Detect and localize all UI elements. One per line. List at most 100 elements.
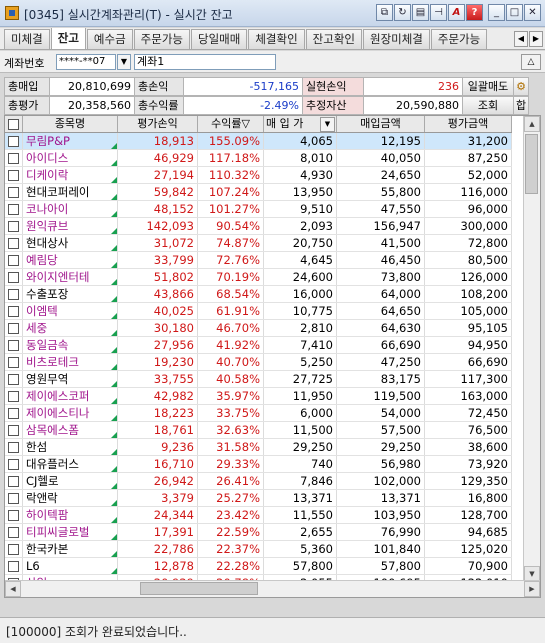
row-checkbox[interactable] bbox=[5, 286, 23, 302]
close-icon[interactable]: ✕ bbox=[524, 4, 541, 21]
row-checkbox[interactable] bbox=[5, 388, 23, 404]
col-buy-amount[interactable]: 매입금액 bbox=[337, 116, 425, 132]
row-checkbox[interactable] bbox=[5, 167, 23, 183]
stock-name[interactable]: 락앤락 bbox=[23, 490, 118, 506]
stock-name[interactable]: 티피씨글로벌 bbox=[23, 524, 118, 540]
stock-name[interactable]: 비츠로테크 bbox=[23, 354, 118, 370]
horizontal-scrollbar[interactable]: ◀ ▶ bbox=[5, 580, 540, 597]
sell-all-button[interactable]: 일괄매도 bbox=[462, 77, 514, 96]
row-checkbox[interactable] bbox=[5, 235, 23, 251]
col-buy-price[interactable]: 매 입 가 ▼ bbox=[264, 116, 337, 132]
row-checkbox[interactable] bbox=[5, 490, 23, 506]
settings-gear-icon[interactable]: ⚙ bbox=[513, 77, 529, 96]
table-row[interactable]: 한국카본 22,786 22.37% 5,360 101,840 125,020 bbox=[5, 541, 512, 558]
stock-name[interactable]: 이엠텍 bbox=[23, 303, 118, 319]
table-row[interactable]: 삼목에스폼 18,761 32.63% 11,500 57,500 76,500 bbox=[5, 422, 512, 439]
row-checkbox[interactable] bbox=[5, 184, 23, 200]
stock-name[interactable]: 예림당 bbox=[23, 252, 118, 268]
row-checkbox[interactable] bbox=[5, 558, 23, 574]
stock-name[interactable]: 제이에스코퍼 bbox=[23, 388, 118, 404]
tab-balance-check[interactable]: 잔고확인 bbox=[305, 29, 362, 49]
row-checkbox[interactable] bbox=[5, 507, 23, 523]
row-checkbox[interactable] bbox=[5, 303, 23, 319]
table-row[interactable]: 대유플러스 16,710 29.33% 740 56,980 73,920 bbox=[5, 456, 512, 473]
stock-name[interactable]: CJ헬로 bbox=[23, 473, 118, 489]
row-checkbox[interactable] bbox=[5, 371, 23, 387]
tab-deposit[interactable]: 예수금 bbox=[86, 29, 133, 49]
table-row[interactable]: 하이텍팜 24,344 23.42% 11,550 103,950 128,700 bbox=[5, 507, 512, 524]
row-checkbox[interactable] bbox=[5, 337, 23, 353]
print-icon[interactable]: ▤ bbox=[412, 4, 429, 21]
table-row[interactable]: 영원무역 33,755 40.58% 27,725 83,175 117,300 bbox=[5, 371, 512, 388]
scroll-right-icon[interactable]: ▶ bbox=[524, 581, 540, 597]
tab-scroll-left-icon[interactable]: ◀ bbox=[514, 31, 528, 47]
col-name[interactable]: 종목명 bbox=[23, 116, 118, 132]
row-checkbox[interactable] bbox=[5, 524, 23, 540]
stock-name[interactable]: L6 bbox=[23, 558, 118, 574]
stock-name[interactable]: 하이텍팜 bbox=[23, 507, 118, 523]
stock-name[interactable]: 와이지엔터테 bbox=[23, 269, 118, 285]
col-return-rate[interactable]: 수익률▽ bbox=[198, 116, 264, 132]
row-checkbox[interactable] bbox=[5, 354, 23, 370]
row-checkbox[interactable] bbox=[5, 456, 23, 472]
row-checkbox[interactable] bbox=[5, 201, 23, 217]
table-row[interactable]: 예림당 33,799 72.76% 4,645 46,450 80,500 bbox=[5, 252, 512, 269]
minimize-icon[interactable]: _ bbox=[488, 4, 505, 21]
tab-today-trades[interactable]: 당일매매 bbox=[191, 29, 248, 49]
table-row[interactable]: 제이에스코퍼 42,982 35.97% 11,950 119,500 163,000 bbox=[5, 388, 512, 405]
stock-name[interactable]: 제이에스티나 bbox=[23, 405, 118, 421]
tab-order-available[interactable]: 주문가능 bbox=[133, 29, 190, 49]
table-row[interactable]: 와이지엔터테 51,802 70.19% 24,600 73,800 126,000 bbox=[5, 269, 512, 286]
table-row[interactable]: 아이디스 46,929 117.18% 8,010 40,050 87,250 bbox=[5, 150, 512, 167]
col-filter-dropdown-icon[interactable]: ▼ bbox=[320, 117, 335, 132]
stock-name[interactable]: 한국카본 bbox=[23, 541, 118, 557]
stock-name[interactable]: 디케이락 bbox=[23, 167, 118, 183]
table-row[interactable]: 디케이락 27,194 110.32% 4,930 24,650 52,000 bbox=[5, 167, 512, 184]
stock-name[interactable]: 대유플러스 bbox=[23, 456, 118, 472]
table-row[interactable]: 수출포장 43,866 68.54% 16,000 64,000 108,200 bbox=[5, 286, 512, 303]
vertical-scrollbar[interactable]: ▲ ▼ bbox=[523, 116, 540, 582]
collapse-up-icon[interactable]: △ bbox=[521, 54, 541, 70]
sum-button[interactable]: 합 bbox=[513, 96, 529, 115]
stock-name[interactable]: 현대코퍼레이 bbox=[23, 184, 118, 200]
tab-unfilled[interactable]: 미체결 bbox=[4, 29, 50, 49]
horizontal-scroll-thumb[interactable] bbox=[140, 582, 258, 595]
table-row[interactable]: 현대코퍼레이 59,842 107.24% 13,950 55,800 116,000 bbox=[5, 184, 512, 201]
stock-name[interactable]: 영원무역 bbox=[23, 371, 118, 387]
row-checkbox[interactable] bbox=[5, 320, 23, 336]
stock-name[interactable]: 무림P&P bbox=[23, 133, 118, 149]
table-row[interactable]: L6 12,878 22.28% 57,800 57,800 70,900 bbox=[5, 558, 512, 575]
table-row[interactable]: 락앤락 3,379 25.27% 13,371 13,371 16,800 bbox=[5, 490, 512, 507]
help-icon[interactable]: ? bbox=[466, 4, 483, 21]
table-row[interactable]: 티피씨글로벌 17,391 22.59% 2,655 76,990 94,685 bbox=[5, 524, 512, 541]
tab-order-available-2[interactable]: 주문가능 bbox=[430, 29, 488, 49]
row-checkbox[interactable] bbox=[5, 133, 23, 149]
account-name-field[interactable]: 계좌1 bbox=[134, 54, 276, 70]
row-checkbox[interactable] bbox=[5, 422, 23, 438]
table-row[interactable]: 코나아이 48,152 101.27% 9,510 47,550 96,000 bbox=[5, 201, 512, 218]
col-eval-amount[interactable]: 평가금액 bbox=[425, 116, 512, 132]
row-checkbox[interactable] bbox=[5, 473, 23, 489]
vertical-scroll-thumb[interactable] bbox=[525, 134, 538, 194]
stock-name[interactable]: 삼목에스폼 bbox=[23, 422, 118, 438]
table-row[interactable]: 제이에스티나 18,223 33.75% 6,000 54,000 72,450 bbox=[5, 405, 512, 422]
row-checkbox[interactable] bbox=[5, 218, 23, 234]
table-row[interactable]: 세중 30,180 46.70% 2,810 64,630 95,105 bbox=[5, 320, 512, 337]
stock-name[interactable]: 동일금속 bbox=[23, 337, 118, 353]
table-row[interactable]: 한섬 9,236 31.58% 29,250 29,250 38,600 bbox=[5, 439, 512, 456]
tab-fill-check[interactable]: 체결확인 bbox=[248, 29, 305, 49]
table-row[interactable]: 동일금속 27,956 41.92% 7,410 66,690 94,950 bbox=[5, 337, 512, 354]
scroll-up-icon[interactable]: ▲ bbox=[524, 116, 540, 132]
stock-name[interactable]: 한섬 bbox=[23, 439, 118, 455]
row-checkbox[interactable] bbox=[5, 252, 23, 268]
header-checkbox[interactable] bbox=[5, 116, 23, 132]
table-row[interactable]: 무림P&P 18,913 155.09% 4,065 12,195 31,200 bbox=[5, 133, 512, 150]
query-button[interactable]: 조회 bbox=[462, 96, 514, 115]
row-checkbox[interactable] bbox=[5, 439, 23, 455]
col-eval-pl[interactable]: 평가손익 bbox=[118, 116, 198, 132]
stock-name[interactable]: 코나아이 bbox=[23, 201, 118, 217]
table-row[interactable]: CJ헬로 26,942 26.41% 7,846 102,000 129,350 bbox=[5, 473, 512, 490]
stock-name[interactable]: 수출포장 bbox=[23, 286, 118, 302]
pin-icon[interactable]: ⊣ bbox=[430, 4, 447, 21]
tab-scroll-right-icon[interactable]: ▶ bbox=[529, 31, 543, 47]
